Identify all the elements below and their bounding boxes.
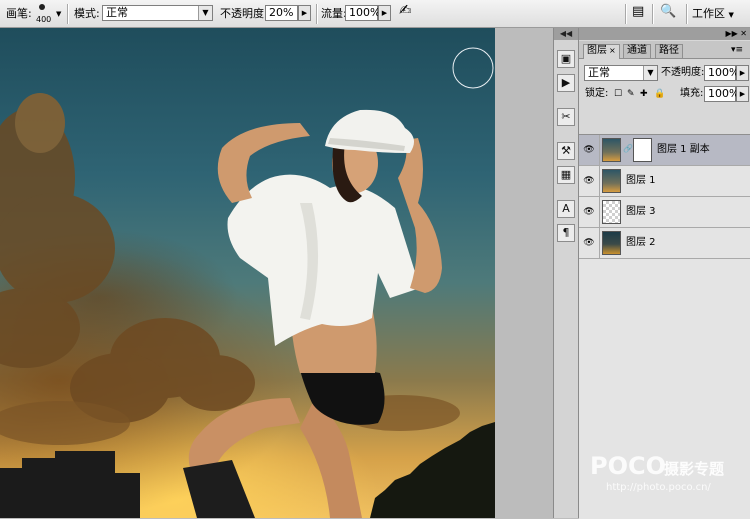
chevron-down-icon: ▼ [198,6,212,20]
layer-row[interactable]: 👁 图层 1 [579,166,750,197]
tab-label: 通道 [627,45,647,56]
layer-row[interactable]: 👁 图层 3 [579,197,750,228]
chevron-down-icon: ▼ [728,11,734,19]
fill-slider-button[interactable]: ▶ [736,86,749,102]
visibility-eye-icon[interactable]: 👁 [579,228,600,258]
layer-mask-thumbnail[interactable] [633,138,652,162]
panel-header-controls[interactable]: ▶▶ ✕ [725,28,747,40]
close-icon[interactable]: × [609,46,616,55]
mode-label: 模式: [74,7,100,20]
fill-value: 100% [708,87,740,100]
visibility-eye-icon[interactable]: 👁 [579,135,600,165]
palette-well-icon[interactable]: ▤ [632,5,644,18]
panel-header: ▶▶ ✕ [579,28,750,40]
tool-presets-icon[interactable]: ⚒ [557,142,575,160]
separator [316,4,318,24]
brush-size: 400 [36,15,52,24]
blend-mode-value: 正常 [588,66,610,79]
opacity-slider-button[interactable]: ▶ [298,5,311,21]
lock-image-icon[interactable]: ✎ [627,88,635,100]
layer-name: 图层 3 [626,206,656,217]
flow-label: 流量: [321,7,347,20]
layer-comps-icon[interactable]: ▦ [557,166,575,184]
lock-all-icon[interactable]: 🔒 [654,88,665,100]
clone-source-icon[interactable]: ✂ [557,108,575,126]
opacity-label: 不透明度: [220,7,268,20]
paragraph-icon[interactable]: ¶ [557,224,575,242]
layer-name: 图层 2 [626,237,656,248]
panel-menu-icon[interactable]: ▾≡ [731,44,743,56]
pasteboard-area [495,28,553,518]
layer-opacity-field[interactable]: 100% [704,65,740,81]
tab-label: 图层 [587,45,607,56]
blend-mode-select[interactable]: 正常 ▼ [584,65,658,81]
layer-name: 图层 1 [626,175,656,186]
layer-row[interactable]: 👁 🔗 图层 1 副本 [579,135,750,166]
watermark-url: http://photo.poco.cn/ [606,482,711,493]
lock-label: 锁定: [585,88,609,99]
layer-opacity-slider-button[interactable]: ▶ [736,65,749,81]
flow-value: 100% [349,6,381,19]
fill-label: 填充: [680,88,704,99]
visibility-eye-icon[interactable]: 👁 [579,166,600,196]
tab-label: 路径 [659,45,679,56]
layer-row[interactable]: 👁 图层 2 [579,228,750,259]
layer-thumbnail [602,169,621,193]
tab-channels[interactable]: 通道 [623,44,651,58]
separator [625,4,627,24]
tree-silhouette [370,422,495,518]
tab-layers[interactable]: 图层 × [583,44,620,59]
chevron-down-icon: ▼ [643,66,657,80]
brush-picker-arrow-icon[interactable]: ▼ [56,8,61,21]
separator [652,4,654,24]
layer-opacity-value: 100% [708,66,740,79]
link-chain-icon[interactable]: 🔗 [623,144,633,153]
actions-play-icon[interactable]: ▶ [557,74,575,92]
workspace-menu[interactable]: 工作区 ▼ [692,7,734,22]
watermark-brand: POCO [590,452,667,480]
watermark-brand-cn: 摄影专题 [664,460,725,478]
options-bar: 画笔: 400 ▼ 模式: 正常 ▼ 不透明度: 20% ▶ 流量: 100% … [0,0,750,28]
layer-thumbnail [602,138,621,162]
opacity-value: 20% [269,6,294,19]
bridge-search-icon[interactable]: 🔍 [660,5,676,18]
tab-paths[interactable]: 路径 [655,44,683,58]
panel-tabs: 图层 × 通道 路径 ▾≡ [579,41,750,59]
panel-dock: ◀◀ ▣ ▶ ✂ ⚒ ▦ A ¶ [553,28,578,518]
brush-cursor-icon [452,47,494,89]
layer-thumbnail [602,231,621,255]
brush-presets-icon[interactable]: ▣ [557,50,575,68]
figure-boot [183,460,255,518]
visibility-eye-icon[interactable]: 👁 [579,197,600,227]
layer-thumbnail [602,200,621,224]
dock-collapse-button[interactable]: ◀◀ [554,28,578,40]
fill-field[interactable]: 100% [704,86,740,102]
brush-preview-icon[interactable] [39,4,45,10]
lock-transparent-icon[interactable]: ☐ [614,88,622,100]
layers-panel: ▶▶ ✕ 图层 × 通道 路径 ▾≡ 正常 ▼ 不透明度: 100% ▶ 锁定: … [578,28,750,519]
layer-opacity-label: 不透明度: [661,67,705,78]
lock-position-icon[interactable]: ✚ [640,88,648,100]
mode-select[interactable]: 正常 ▼ [102,5,213,21]
city-silhouette [0,451,140,518]
workspace-label: 工作区 [692,7,725,20]
layer-name: 图层 1 副本 [657,144,710,155]
figure-shirt [227,174,420,346]
document-canvas[interactable] [0,28,495,518]
airbrush-icon[interactable]: ✍ [399,3,412,18]
character-icon[interactable]: A [557,200,575,218]
mode-value: 正常 [106,6,128,19]
separator [686,4,688,24]
flow-slider-button[interactable]: ▶ [378,5,391,21]
brush-label: 画笔: [6,7,32,20]
cloud-left [0,93,115,368]
separator [67,4,69,24]
photo-artwork [0,47,495,518]
flow-field[interactable]: 100% [345,5,381,21]
opacity-field[interactable]: 20% [265,5,298,21]
